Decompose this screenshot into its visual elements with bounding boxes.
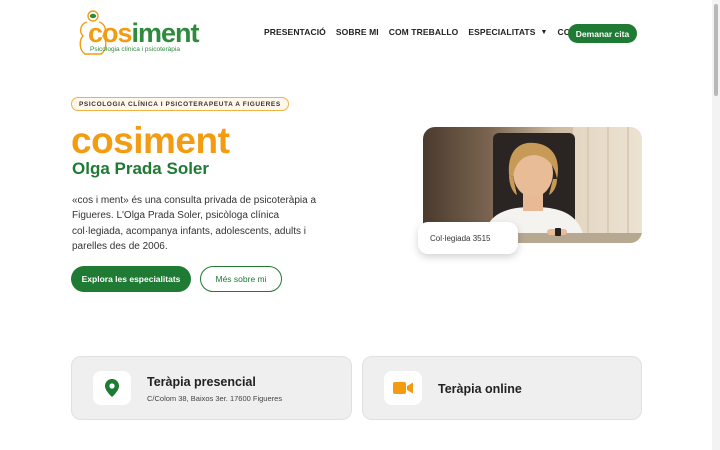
book-appointment-button[interactable]: Demanar cita xyxy=(568,24,637,43)
card-title: Teràpia presencial xyxy=(147,375,256,389)
card-title: Teràpia online xyxy=(438,382,522,396)
logo-word-part1: cos xyxy=(88,18,133,48)
chevron-down-icon: ▼ xyxy=(540,28,548,36)
card-icon-box xyxy=(93,371,131,405)
card-icon-box xyxy=(384,371,422,405)
online-therapy-card[interactable]: Teràpia online xyxy=(362,356,642,420)
explore-specialties-button[interactable]: Explora les especialitats xyxy=(71,266,191,292)
in-person-therapy-card[interactable]: Teràpia presencial C/Colom 38, Baixos 3e… xyxy=(71,356,352,420)
nav-label: PRESENTACIÓ xyxy=(264,27,326,37)
logo-wordmark: cosiment xyxy=(88,18,200,48)
nav-presentacio[interactable]: PRESENTACIÓ xyxy=(264,27,326,37)
main-nav: PRESENTACIÓ SOBRE MI COM TREBALLO ESPECI… xyxy=(264,27,615,37)
nav-label: SOBRE MI xyxy=(335,27,379,37)
about-me-button[interactable]: Més sobre mi xyxy=(200,266,282,292)
video-camera-icon xyxy=(393,382,413,394)
site-header: cosiment Psicologia clínica i psicoteràp… xyxy=(0,0,712,66)
nav-label: COM TREBALLO xyxy=(388,27,459,37)
nav-com-treballo[interactable]: COM TREBALLO xyxy=(389,27,459,37)
logo-tagline: Psicologia clínica i psicoteràpia xyxy=(90,46,180,53)
hero-subtitle: Olga Prada Soler xyxy=(72,159,209,178)
scrollbar-thumb[interactable] xyxy=(714,4,718,96)
logo-word-part2: iment xyxy=(131,18,200,48)
location-pin-icon xyxy=(105,379,119,397)
nav-sobre-mi[interactable]: SOBRE MI xyxy=(336,27,379,37)
license-badge: Col·legiada 3515 xyxy=(418,222,518,254)
nav-especialitats[interactable]: ESPECIALITATS ▼ xyxy=(468,27,547,37)
page-scrollbar[interactable] xyxy=(712,0,720,450)
hero-badge: PSICOLOGIA CLÍNICA I PSICOTERAPEUTA A FI… xyxy=(71,97,289,111)
nav-label: ESPECIALITATS xyxy=(468,27,536,37)
card-address: C/Colom 38, Baixos 3er. 17600 Figueres xyxy=(147,394,283,403)
site-logo[interactable]: cosiment Psicologia clínica i psicoteràp… xyxy=(74,10,200,56)
hero-description: «cos i ment» és una consulta privada de … xyxy=(72,195,317,253)
